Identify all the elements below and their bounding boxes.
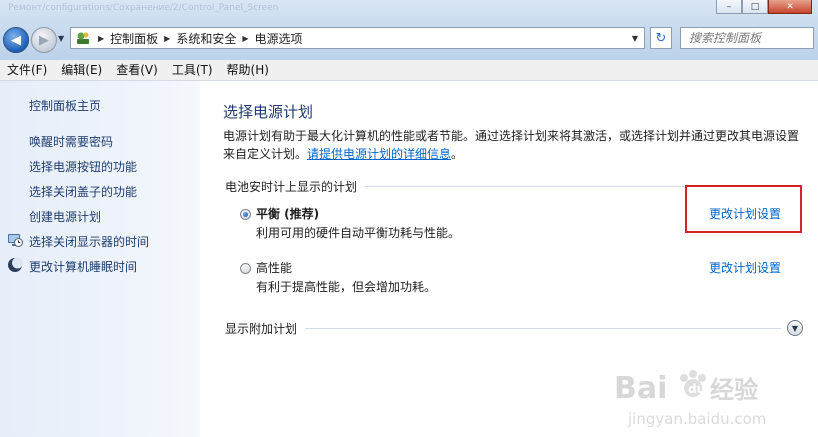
menu-view[interactable]: 查看(V) [109,60,165,80]
sidebar-item-create-plan[interactable]: 创建电源计划 [29,208,101,225]
arrow-left-icon: ◀ [11,32,21,48]
control-panel-icon [74,30,92,46]
sidebar-item-power-button[interactable]: 选择电源按钮的功能 [29,158,137,175]
highlight-annotation [685,185,802,233]
radio-balanced-plan[interactable] [240,209,251,220]
maximize-button[interactable]: □ [742,0,768,14]
sidebar-home-link[interactable]: 控制面板主页 [29,97,101,114]
recent-pages-dropdown[interactable]: ▼ [58,34,64,43]
window-chrome: Ремонт/configurations/Сохранение/2/Contr… [0,0,818,60]
sidebar-item-lid-close[interactable]: 选择关闭盖子的功能 [29,183,137,200]
plan-details-link[interactable]: 请提供电源计划的详细信息 [307,147,451,161]
breadcrumb-power-options[interactable]: 电源选项 [255,30,303,47]
search-input[interactable] [680,27,814,49]
radio-high-performance-plan[interactable] [240,263,251,274]
refresh-icon: ↻ [655,30,667,46]
refresh-button[interactable]: ↻ [650,27,672,49]
monitor-clock-icon [7,232,23,248]
close-button[interactable]: ✕ [768,0,812,14]
breadcrumb-separator[interactable]: ▶ [242,34,248,43]
extra-plans-header[interactable]: 显示附加计划 ▼ [225,319,803,337]
expand-extra-plans-button[interactable]: ▼ [787,320,803,336]
window-title: Ремонт/configurations/Сохранение/2/Contr… [8,3,279,13]
watermark-cn: 经验 [710,376,758,404]
address-bar[interactable]: ▶ 控制面板 ▶ 系统和安全 ▶ 电源选项 ▼ [70,27,645,49]
menu-bar: 文件(F) 编辑(E) 查看(V) 工具(T) 帮助(H) [0,60,818,81]
sidebar-item-sleep-time[interactable]: 更改计算机睡眠时间 [29,258,137,275]
page-description: 电源计划有助于最大化计算机的性能或者节能。通过选择计划来将其激活，或选择计划并通… [223,127,808,163]
paw-icon: du [680,370,706,397]
menu-tools[interactable]: 工具(T) [165,60,220,80]
baidu-watermark-logo: Bai du 经验 jingyan.baidu.com [614,370,766,428]
chevron-down-icon: ▼ [791,323,799,333]
plan-name-balanced[interactable]: 平衡 (推荐) [256,205,319,222]
description-end: 。 [451,147,464,161]
plan-group-title: 电池安时计上显示的计划 [225,179,358,194]
address-dropdown[interactable]: ▼ [632,34,638,43]
menu-help[interactable]: 帮助(H) [220,60,276,80]
forward-button[interactable]: ▶ [31,27,57,53]
menu-file[interactable]: 文件(F) [0,60,54,80]
svg-text:du: du [688,382,705,396]
extra-plans-divider [305,327,781,329]
breadcrumb-separator: ▶ [98,33,105,43]
change-settings-link-high-performance[interactable]: 更改计划设置 [709,259,781,276]
window-controls: – □ ✕ [716,0,812,14]
sidebar-item-wake-password[interactable]: 唤醒时需要密码 [29,133,113,150]
sidebar-item-display-off[interactable]: 选择关闭显示器的时间 [29,233,149,250]
minimize-button[interactable]: – [716,0,742,14]
watermark-url: jingyan.baidu.com [627,410,766,428]
sidebar: 控制面板主页 唤醒时需要密码 选择电源按钮的功能 选择关闭盖子的功能 创建电源计… [0,81,200,437]
arrow-right-icon: ▶ [39,32,49,48]
page-title: 选择电源计划 [223,103,314,121]
moon-icon [7,257,23,273]
plan-name-high-performance[interactable]: 高性能 [256,259,292,276]
extra-plans-label[interactable]: 显示附加计划 [225,320,305,337]
plan-desc-high-performance: 有利于提高性能，但会增加功耗。 [256,280,437,294]
back-button[interactable]: ◀ [3,27,29,53]
plan-desc-balanced: 利用可用的硬件自动平衡功耗与性能。 [256,226,461,240]
watermark-brand: Bai [614,371,667,406]
menu-edit[interactable]: 编辑(E) [54,60,109,80]
breadcrumb-separator[interactable]: ▶ [164,34,170,43]
breadcrumb-control-panel[interactable]: 控制面板 [110,30,158,47]
breadcrumb-system-security[interactable]: 系统和安全 [176,30,236,47]
